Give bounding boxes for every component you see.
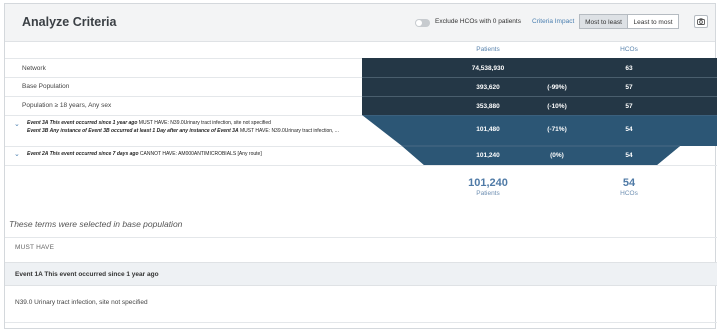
- row-hcos-value: 63: [625, 65, 633, 72]
- row-change-value: (-10%): [547, 103, 567, 110]
- event-1a-card-header: Event 1A This event occurred since 1 yea…: [5, 262, 717, 286]
- row-label-network: Network: [22, 65, 46, 72]
- row-patients-value: 393,620: [476, 84, 500, 91]
- divider: [5, 322, 717, 323]
- divider: [362, 77, 717, 78]
- exclude-hcos-toggle[interactable]: [415, 19, 430, 27]
- chevron-down-icon[interactable]: ⌄: [14, 150, 20, 158]
- event-2a-title: Event 2A This event occurred since 7 day…: [27, 151, 139, 157]
- divider: [5, 115, 362, 116]
- must-have-label: MUST HAVE: [15, 244, 55, 251]
- divider: [5, 58, 362, 59]
- event-change-value: (-71%): [547, 126, 567, 133]
- panel-title: Analyze Criteria: [22, 15, 117, 29]
- event-2a-detail: CANNOT HAVE: AM000ANTIMICROBIALS [Any ro…: [138, 151, 262, 157]
- least-to-most-button[interactable]: Least to most: [627, 14, 679, 29]
- event-1a-card-body: N39.0 Urinary tract infection, site not …: [15, 299, 148, 306]
- event-patients-value: 101,480: [476, 126, 500, 133]
- event-3a-detail: MUST HAVE: N39.0Urinary tract infection,…: [137, 120, 271, 126]
- row-hcos-value: 57: [625, 84, 633, 91]
- divider: [5, 237, 717, 238]
- exclude-hcos-label: Exclude HCOs with 0 patients: [435, 18, 521, 25]
- criteria-impact-label: Criteria Impact: [532, 18, 575, 25]
- divider: [362, 96, 717, 97]
- event-3b-line: Event 3B Any instance of Event 3B occurr…: [27, 128, 339, 134]
- event-3b-title: Event 3B Any instance of Event 3B occurr…: [27, 128, 239, 134]
- event-3a-title: Event 3A This event occurred since 1 yea…: [27, 120, 138, 126]
- row-label-population-age-sex: Population ≥ 18 years, Any sex: [22, 102, 112, 109]
- divider: [5, 77, 362, 78]
- patients-column-header: Patients: [476, 46, 500, 53]
- row-patients-value: 353,880: [476, 103, 500, 110]
- total-hcos-value: 54: [622, 177, 636, 189]
- total-patients-label: Patients: [476, 190, 500, 197]
- camera-icon[interactable]: [694, 15, 708, 28]
- event-1a-card-title: Event 1A This event occurred since 1 yea…: [15, 271, 159, 278]
- event-2a-line: Event 2A This event occurred since 7 day…: [27, 151, 262, 157]
- panel-header: Analyze Criteria Exclude HCOs with 0 pat…: [5, 4, 715, 42]
- event-hcos-value: 54: [625, 126, 633, 133]
- row-label-base-population: Base Population: [22, 83, 70, 90]
- event-3a-line: Event 3A This event occurred since 1 yea…: [27, 120, 271, 126]
- total-hcos-label: HCOs: [620, 190, 638, 197]
- total-patients-value: 101,240: [468, 177, 508, 189]
- row-change-value: (-99%): [547, 84, 567, 91]
- event-patients-value: 101,240: [476, 152, 500, 159]
- row-patients-value: 74,538,930: [471, 65, 505, 72]
- divider: [5, 146, 402, 147]
- event-change-value: (0%): [550, 152, 564, 159]
- divider: [5, 165, 717, 166]
- event-3b-detail: MUST HAVE: N39.0Urinary tract infection,…: [238, 128, 339, 134]
- analyze-criteria-panel: Analyze Criteria Exclude HCOs with 0 pat…: [4, 3, 717, 329]
- most-to-least-button[interactable]: Most to least: [579, 14, 628, 29]
- event-hcos-value: 54: [625, 152, 633, 159]
- chevron-down-icon[interactable]: ⌄: [14, 120, 20, 128]
- hcos-column-header: HCOs: [620, 46, 638, 53]
- row-hcos-value: 57: [625, 103, 633, 110]
- divider: [5, 96, 362, 97]
- base-population-terms-heading: These terms were selected in base popula…: [9, 219, 183, 229]
